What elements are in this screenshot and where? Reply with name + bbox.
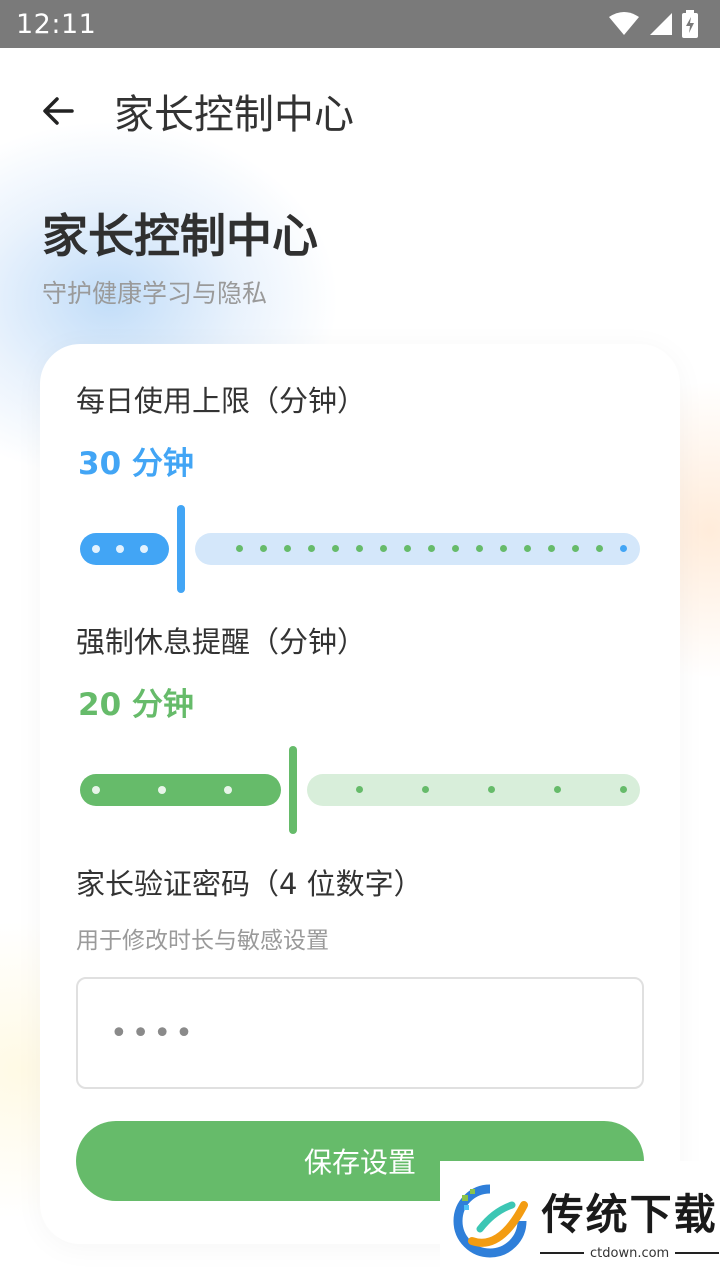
slider-break-track-dot	[554, 786, 561, 793]
slider-daily-track-dot	[476, 545, 483, 552]
slider-break-fill-dot	[92, 786, 100, 794]
watermark: 传统下载 ctdown.com	[440, 1161, 720, 1280]
app-bar: 家长控制中心	[0, 48, 720, 174]
slider-daily-track-dot	[620, 545, 627, 552]
daily-limit-slider-thumb[interactable]	[177, 505, 185, 593]
slider-daily-fill-dot	[92, 545, 100, 553]
password-hint: 用于修改时长与敏感设置	[76, 928, 329, 954]
slider-daily-track-dot	[380, 545, 387, 552]
back-button[interactable]	[28, 81, 88, 141]
slider-daily-track-dot	[356, 545, 363, 552]
page-subtitle: 守护健康学习与隐私	[42, 279, 268, 308]
signal-icon	[650, 13, 672, 35]
slider-daily-track-dot	[428, 545, 435, 552]
slider-daily-track-dot	[284, 545, 291, 552]
break-reminder-slider-fill	[80, 774, 281, 806]
slider-daily-fill-dot	[140, 545, 148, 553]
status-bar: 12:11	[0, 0, 720, 48]
status-time: 12:11	[16, 8, 97, 40]
battery-icon	[682, 10, 698, 38]
app-bar-title: 家长控制中心	[114, 92, 354, 138]
slider-break-track-dot	[620, 786, 627, 793]
ctdown-logo-icon	[453, 1184, 528, 1257]
slider-break-track-dot	[356, 786, 363, 793]
slider-daily-track-dot	[452, 545, 459, 552]
slider-daily-fill-dot	[116, 545, 124, 553]
slider-break-track-dot	[422, 786, 429, 793]
slider-daily-track-dot	[332, 545, 339, 552]
slider-break-fill-dot	[158, 786, 166, 794]
daily-limit-value: 30 分钟	[78, 446, 194, 482]
wifi-icon	[609, 12, 639, 35]
slider-daily-track-dot	[548, 545, 555, 552]
slider-daily-track-dot	[260, 545, 267, 552]
break-reminder-label: 强制休息提醒（分钟）	[76, 625, 367, 659]
daily-limit-slider[interactable]	[80, 505, 640, 595]
slider-daily-track-dot	[308, 545, 315, 552]
slider-break-track-dot	[488, 786, 495, 793]
watermark-url: ctdown.com	[590, 1245, 670, 1261]
slider-daily-track-dot	[596, 545, 603, 552]
slider-daily-track-dot	[500, 545, 507, 552]
password-label: 家长验证密码（4 位数字）	[76, 867, 423, 901]
slider-break-fill-dot	[224, 786, 232, 794]
arrow-left-icon	[43, 97, 74, 125]
slider-daily-track-dot	[524, 545, 531, 552]
status-icons	[608, 10, 698, 38]
page-title: 家长控制中心	[42, 209, 318, 263]
break-reminder-slider-thumb[interactable]	[289, 746, 297, 834]
password-input[interactable]	[76, 977, 644, 1089]
daily-limit-label: 每日使用上限（分钟）	[76, 384, 367, 418]
slider-daily-track-dot	[236, 545, 243, 552]
slider-daily-track-dot	[404, 545, 411, 552]
break-reminder-slider[interactable]	[80, 746, 640, 836]
slider-daily-track-dot	[572, 545, 579, 552]
watermark-text: 传统下载	[541, 1189, 718, 1239]
break-reminder-value: 20 分钟	[78, 687, 194, 723]
